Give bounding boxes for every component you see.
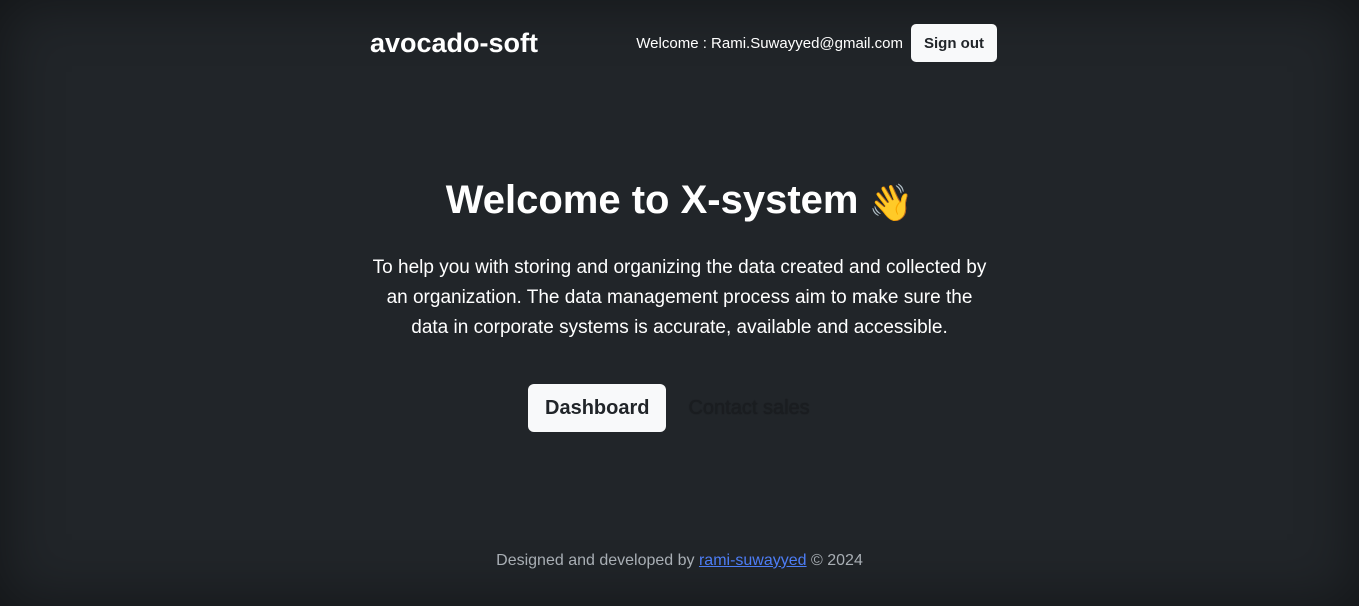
hero: Welcome to X-system 👋 To help you with st… (0, 172, 1359, 343)
footer-prefix: Designed and developed by (496, 552, 695, 569)
footer-copyright: © 2024 (811, 552, 863, 569)
sign-out-button[interactable]: Sign out (911, 24, 997, 62)
footer-author-link[interactable]: rami-suwayyed (699, 552, 807, 569)
page: avocado-soft Welcome : Rami.Suwayyed@gma… (0, 0, 1359, 606)
header: avocado-soft Welcome : Rami.Suwayyed@gma… (370, 24, 997, 62)
welcome-user-text: Welcome : Rami.Suwayyed@gmail.com (636, 34, 903, 52)
footer: Designed and developed by rami-suwayyed … (0, 552, 1359, 570)
hero-title-text: Welcome to X-system (445, 178, 859, 222)
contact-sales-button[interactable]: Contact sales (688, 384, 809, 432)
hero-description: To help you with storing and organizing … (372, 257, 987, 338)
dashboard-button[interactable]: Dashboard (528, 384, 667, 432)
brand-logo[interactable]: avocado-soft (370, 28, 538, 59)
waving-hand-icon: 👋 (868, 182, 914, 223)
hero-actions: Dashboard Contact sales (528, 384, 810, 432)
hero-title: Welcome to X-system 👋 (0, 172, 1359, 231)
user-area: Welcome : Rami.Suwayyed@gmail.com Sign o… (636, 24, 997, 62)
